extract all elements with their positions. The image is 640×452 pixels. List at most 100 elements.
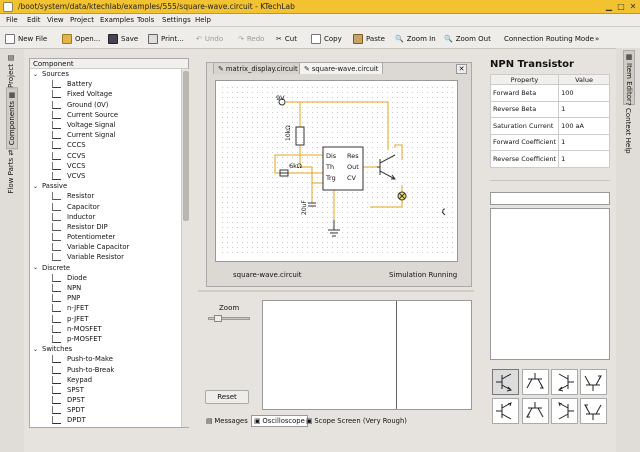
tree-item[interactable]: Capacitor <box>30 201 188 211</box>
tree-item[interactable]: n-JFET <box>30 303 188 313</box>
tree-item[interactable]: Current Source <box>30 110 188 120</box>
property-value[interactable]: 100 aA <box>558 117 610 135</box>
close-button[interactable]: ✕ <box>628 2 638 12</box>
tree-item[interactable]: CCCS <box>30 140 188 150</box>
tree-item[interactable]: Fixed Voltage <box>30 89 188 99</box>
undo-button[interactable]: ↶ Undo <box>196 32 223 45</box>
copy-button[interactable]: Copy <box>311 32 342 45</box>
npn-variant-6-button[interactable] <box>522 398 549 424</box>
circuit-schematic[interactable]: 9V 10kΩ 6kΩ 20uF Dis Th Trg Res Out CV <box>220 85 453 257</box>
oscilloscope-graph[interactable] <box>262 300 472 410</box>
menu-project[interactable]: Project <box>70 16 94 24</box>
tree-item[interactable]: p-MOSFET <box>30 334 188 344</box>
tab-scope-screen[interactable]: ▣ Scope Screen (Very Rough) <box>304 415 409 427</box>
print-button[interactable]: Print... <box>148 32 184 45</box>
tree-category[interactable]: ⌄ Passive <box>30 181 188 191</box>
tree-item[interactable]: NPN <box>30 283 188 293</box>
menu-file[interactable]: File <box>6 16 18 24</box>
tree-item[interactable]: Potentiometer <box>30 232 188 242</box>
new-file-button[interactable]: New File <box>5 32 47 45</box>
tree-item[interactable]: SPST <box>30 385 188 395</box>
toolbar-overflow-button[interactable]: » <box>595 32 599 45</box>
tree-item[interactable]: VCCS <box>30 161 188 171</box>
menu-help[interactable]: Help <box>195 16 211 24</box>
property-row[interactable]: Forward Beta 100 <box>489 84 610 102</box>
routing-mode-button[interactable]: Connection Routing Mode <box>504 32 594 45</box>
tree-item[interactable]: Resistor DIP <box>30 222 188 232</box>
tab-context-help[interactable]: ? Context Help <box>623 100 633 155</box>
components-scrollbar[interactable] <box>181 69 189 427</box>
property-row[interactable]: Reverse Coefficient 1 <box>489 150 610 168</box>
item-text-input[interactable] <box>490 192 610 205</box>
tree-item[interactable]: Keypad <box>30 375 188 385</box>
npn-variant-5-button[interactable] <box>492 398 519 424</box>
circuit-canvas[interactable]: 9V 10kΩ 6kΩ 20uF Dis Th Trg Res Out CV <box>215 80 458 262</box>
tab-components[interactable]: Components ▦ <box>6 87 18 150</box>
tree-item[interactable]: Current Signal <box>30 130 188 140</box>
save-button[interactable]: Save <box>108 32 138 45</box>
menu-tools[interactable]: Tools <box>137 16 154 24</box>
npn-variant-8-button[interactable] <box>580 398 607 424</box>
tree-item[interactable]: Diode <box>30 273 188 283</box>
menu-examples[interactable]: Examples <box>100 16 134 24</box>
tab-matrix-display[interactable]: ✎ matrix_display.circuit <box>213 62 303 74</box>
property-row[interactable]: Reverse Beta 1 <box>489 100 610 118</box>
zoom-slider-handle[interactable] <box>214 315 223 322</box>
tab-project[interactable]: Project ▤ <box>6 51 16 91</box>
tree-category[interactable]: ⌄ Discrete <box>30 263 188 273</box>
tree-category[interactable]: ⌄ Switches <box>30 344 188 354</box>
tree-item[interactable]: VCVS <box>30 171 188 181</box>
tree-item[interactable]: Resistor <box>30 191 188 201</box>
chevron-down-icon[interactable]: ⌄ <box>33 183 42 190</box>
property-value[interactable]: 1 <box>558 100 610 118</box>
tree-item[interactable]: Voltage Signal <box>30 120 188 130</box>
redo-button[interactable]: ↷ Redo <box>238 32 264 45</box>
chevron-down-icon[interactable]: ⌄ <box>33 264 42 271</box>
tab-oscilloscope[interactable]: ▣ Oscilloscope <box>251 415 308 427</box>
property-value[interactable]: 1 <box>558 150 610 168</box>
tree-item[interactable]: Push-to-Make <box>30 354 188 364</box>
tree-item[interactable]: CCVS <box>30 151 188 161</box>
tree-item[interactable]: Battery <box>30 79 188 89</box>
minimize-button[interactable]: ▁ <box>604 2 614 12</box>
property-value[interactable]: 1 <box>558 133 610 151</box>
npn-variant-2-button[interactable] <box>522 369 549 395</box>
tree-category[interactable]: ⌄ Sources <box>30 69 188 79</box>
zoom-in-button[interactable]: 🔍 Zoom In <box>395 32 436 45</box>
property-row[interactable]: Forward Coefficient 1 <box>489 133 610 151</box>
components-scrollbar-thumb[interactable] <box>183 71 189 221</box>
item-list-box[interactable] <box>490 208 610 360</box>
menu-view[interactable]: View <box>47 16 64 24</box>
npn-variant-3-button[interactable] <box>551 369 578 395</box>
zoom-out-button[interactable]: 🔍 Zoom Out <box>444 32 491 45</box>
chevron-down-icon[interactable]: ⌄ <box>33 71 42 78</box>
tree-item[interactable]: PNP <box>30 293 188 303</box>
tab-item-editor[interactable]: ▦ Item Editor <box>623 50 635 105</box>
reset-button[interactable]: Reset <box>205 390 249 404</box>
tree-item[interactable]: SPDT <box>30 405 188 415</box>
tree-item[interactable]: p-JFET <box>30 314 188 324</box>
menu-edit[interactable]: Edit <box>27 16 41 24</box>
close-tab-button[interactable]: ✕ <box>456 64 467 74</box>
tree-item[interactable]: n-MOSFET <box>30 324 188 334</box>
tab-square-wave[interactable]: ✎ square-wave.circuit <box>299 62 384 74</box>
tree-item[interactable]: Push-to-Break <box>30 364 188 374</box>
property-row[interactable]: Saturation Current 100 aA <box>489 117 610 135</box>
cut-button[interactable]: ✂ Cut <box>276 32 297 45</box>
open-button[interactable]: Open... <box>62 32 100 45</box>
maximize-button[interactable]: □ <box>616 2 626 12</box>
tree-item[interactable]: DPST <box>30 395 188 405</box>
paste-button[interactable]: Paste <box>353 32 385 45</box>
tree-item[interactable]: Variable Capacitor <box>30 242 188 252</box>
tree-item[interactable]: Inductor <box>30 212 188 222</box>
circuit-grid[interactable]: 9V 10kΩ 6kΩ 20uF Dis Th Trg Res Out CV <box>220 85 453 257</box>
chevron-down-icon[interactable]: ⌄ <box>33 346 42 353</box>
tree-item[interactable]: Variable Resistor <box>30 252 188 262</box>
splitter[interactable] <box>198 290 474 292</box>
tab-messages[interactable]: ▤ Messages <box>204 415 250 427</box>
property-value[interactable]: 100 <box>558 84 610 102</box>
zoom-slider[interactable] <box>208 315 250 322</box>
npn-variant-1-button[interactable] <box>492 369 519 395</box>
npn-variant-7-button[interactable] <box>551 398 578 424</box>
npn-variant-4-button[interactable] <box>580 369 607 395</box>
